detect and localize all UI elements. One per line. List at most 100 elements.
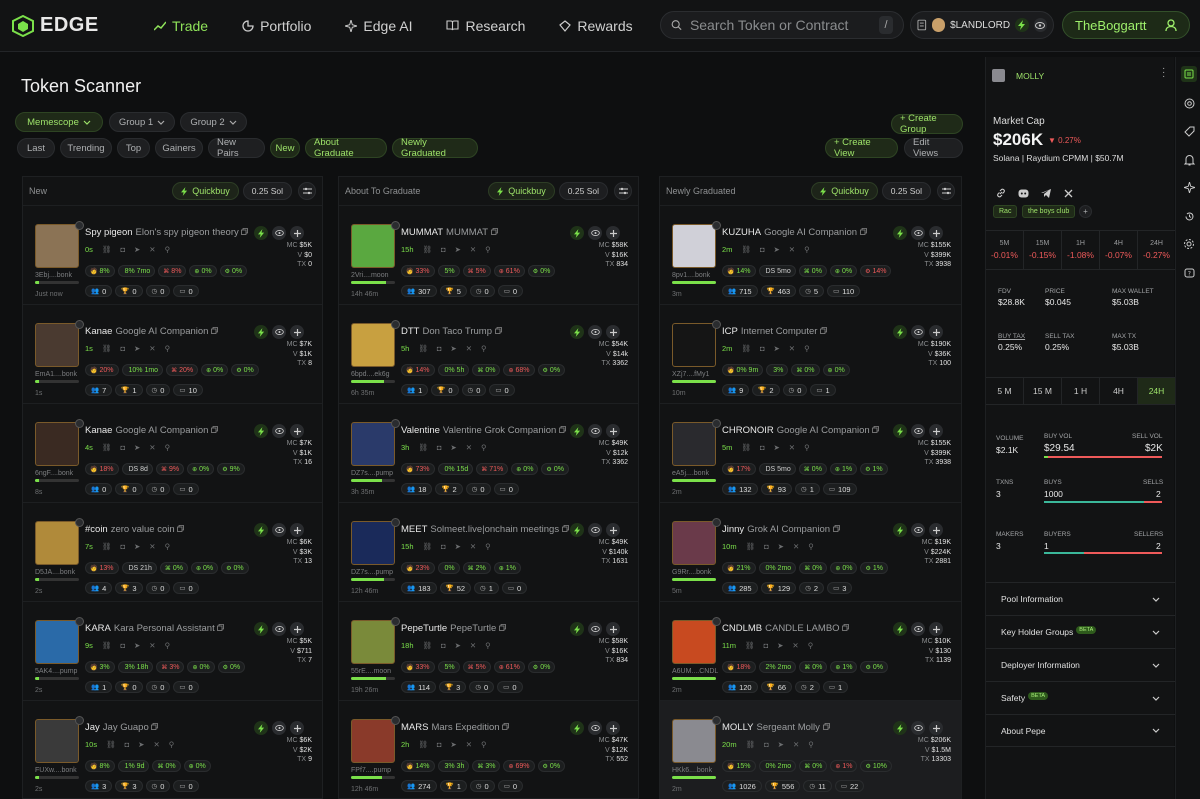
telegram-icon[interactable]: ➤ [773,245,779,254]
token-row[interactable]: D5JA....bonk 2s #coin zero value coin 7s ⛓ ◘ ➤… [23,502,322,601]
link-icon[interactable] [996,188,1006,198]
tab-about-graduate[interactable]: About Graduate [305,137,387,159]
token-ticker[interactable]: PepeTurtle PepeTurtle [401,623,506,634]
eye-icon[interactable] [911,424,925,438]
telegram-icon[interactable]: ➤ [134,245,140,254]
discord-icon[interactable]: ◘ [764,542,769,551]
link-icon[interactable]: ⛓ [423,245,433,254]
telegram-icon[interactable]: ➤ [455,641,461,650]
tab-15m[interactable]: 15 M [1024,378,1062,404]
link-icon[interactable]: ⛓ [745,641,755,650]
discord-icon[interactable]: ◘ [760,245,765,254]
token-row[interactable]: G9Rr....bonk 5m Jinny Grok AI Companion 10m… [660,502,961,601]
search-icon[interactable]: ⚲ [808,740,814,749]
token-address[interactable]: 5AK4....pump [35,668,77,675]
quickbuy-lightning-icon[interactable] [254,622,268,636]
search-icon[interactable]: ⚲ [808,542,814,551]
sol-amount[interactable]: 0.25 Sol [242,182,292,200]
search-icon[interactable]: ⚲ [804,245,810,254]
x-icon[interactable]: ✕ [792,641,798,650]
eye-icon[interactable] [588,622,602,636]
token-address[interactable]: 8pv1....bonk [672,272,710,279]
link-icon[interactable]: ⛓ [746,740,756,749]
token-image[interactable] [672,521,716,565]
bell-icon[interactable] [1181,152,1197,168]
deployer-information-section[interactable]: Deployer Information [986,648,1175,681]
x-icon[interactable]: ✕ [466,740,472,749]
discord-icon[interactable]: ◘ [441,641,446,650]
token-ticker[interactable]: Kanae Google AI Companion [85,425,218,436]
copy-icon[interactable] [820,326,827,337]
add-icon[interactable] [290,523,304,537]
x-icon[interactable]: ✕ [470,641,476,650]
copy-icon[interactable] [842,623,850,634]
quickbuy-lightning-icon[interactable] [254,721,268,735]
nav-edge-ai[interactable]: Edge AI [345,18,412,34]
token-address[interactable]: FUXw....bonk [35,767,77,774]
tab-new[interactable]: New [270,138,300,158]
link-icon[interactable]: ⛓ [741,245,751,254]
telegram-icon[interactable]: ➤ [450,740,456,749]
search-icon[interactable]: ⚲ [804,443,810,452]
quickbuy-lightning-icon[interactable] [893,523,907,537]
telegram-icon[interactable]: ➤ [773,443,779,452]
sol-amount[interactable]: 0.25 Sol [881,182,931,200]
eye-icon[interactable] [588,721,602,735]
token-address[interactable]: D5JA....bonk [35,569,75,576]
eye-icon[interactable] [911,721,925,735]
x-icon[interactable]: ✕ [789,443,795,452]
token-ticker[interactable]: CHRONOIR Google AI Companion [722,425,880,436]
help-icon[interactable]: ? [1181,265,1197,281]
nav-rewards[interactable]: Rewards [559,18,633,34]
search-icon[interactable]: ⚲ [485,641,491,650]
eye-icon[interactable] [272,523,286,537]
eye-icon[interactable] [588,424,602,438]
x-icon[interactable]: ✕ [470,542,476,551]
x-icon[interactable]: ✕ [149,542,155,551]
link-icon[interactable]: ⛓ [741,443,751,452]
search-icon[interactable]: ⚲ [808,641,814,650]
add-icon[interactable] [290,226,304,240]
token-ticker[interactable]: MEET Solmeet.live|onchain meetings [401,524,569,535]
quickbuy-button[interactable]: Quickbuy [811,182,878,200]
telegram-icon[interactable]: ➤ [773,344,779,353]
quickbuy-lightning-icon[interactable] [570,424,584,438]
token-address[interactable]: 6bpd....ek6g [351,371,390,378]
copy-icon[interactable] [832,524,840,535]
discord-icon[interactable]: ◘ [120,443,125,452]
link-icon[interactable]: ⛓ [102,443,112,452]
copy-icon[interactable] [502,722,510,733]
filter-sliders-icon[interactable] [937,182,955,200]
filter-sliders-icon[interactable] [298,182,316,200]
token-image[interactable] [351,620,395,664]
x-icon[interactable]: ✕ [149,443,155,452]
token-address[interactable]: XZj7....fMy1 [672,371,709,378]
quickbuy-button[interactable]: Quickbuy [488,182,555,200]
token-row[interactable]: A6UM....CNDL 2m CNDLMB CANDLE LAMBO 11m ⛓ ◘ ➤ ✕… [660,601,961,700]
telegram-icon[interactable]: ➤ [450,344,456,353]
token-image[interactable] [672,323,716,367]
token-ticker[interactable]: Spy pigeon Elon's spy pigeon theory [85,227,249,238]
nav-trade[interactable]: Trade [154,18,208,34]
nav-research[interactable]: Research [446,18,525,34]
sol-amount[interactable]: 0.25 Sol [558,182,608,200]
token-image[interactable] [672,719,716,763]
telegram-icon[interactable]: ➤ [455,542,461,551]
link-icon[interactable]: ⛓ [106,740,116,749]
search-icon[interactable]: ⚲ [481,344,487,353]
token-image[interactable] [351,719,395,763]
safety-section[interactable]: Safety BETA [986,681,1175,714]
lightning-icon[interactable] [1015,18,1029,32]
token-row[interactable]: FPf7....pump 12h 46m MARS Mars Expedition 2… [339,700,638,799]
token-row[interactable]: DZ7s....pump 12h 46m MEET Solmeet.live|onch… [339,502,638,601]
x-icon[interactable]: ✕ [470,245,476,254]
add-icon[interactable] [290,622,304,636]
add-icon[interactable] [929,325,943,339]
tab-last[interactable]: Last [17,138,55,158]
telegram-icon[interactable]: ➤ [138,740,144,749]
eye-icon[interactable] [588,226,602,240]
token-address[interactable]: A6UM....CNDL [672,668,718,675]
token-row[interactable]: HKk6....bonk 2m MOLLY Sergeant Molly 20m ⛓ ◘ ➤… [660,700,961,799]
copy-icon[interactable] [490,227,498,238]
tag-boys-club[interactable]: the boys club [1022,205,1076,218]
